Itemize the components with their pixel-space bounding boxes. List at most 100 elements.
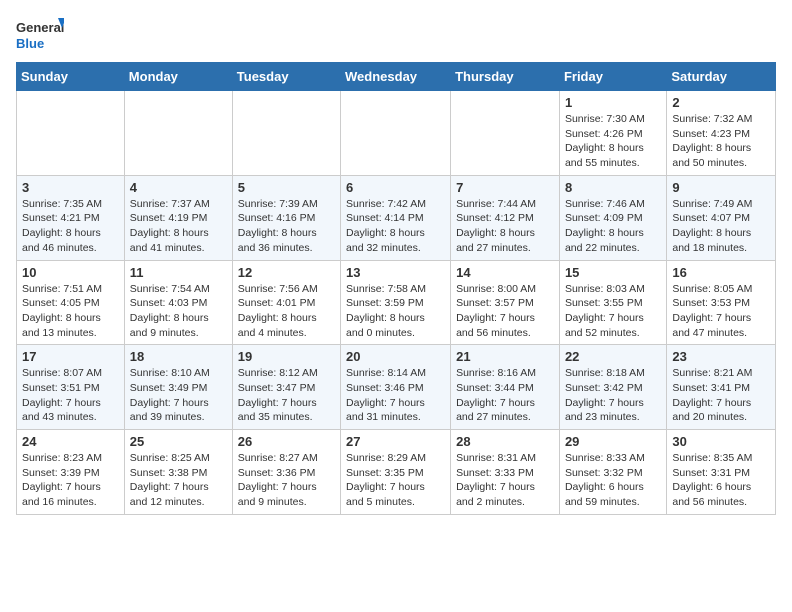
calendar-table: SundayMondayTuesdayWednesdayThursdayFrid… <box>16 62 776 515</box>
calendar-day-cell: 17 Sunrise: 8:07 AM Sunset: 3:51 PM Dayli… <box>17 345 125 430</box>
calendar-day-cell: 10Sunrise: 7:51 AM Sunset: 4:05 PM Dayli… <box>17 260 125 345</box>
day-info: Sunrise: 8:18 AM Sunset: 3:42 PM Dayligh… <box>565 366 661 425</box>
calendar-day-cell: 14 Sunrise: 8:00 AM Sunset: 3:57 PM Dayli… <box>451 260 560 345</box>
day-number: 23 <box>672 349 770 364</box>
calendar-day-cell <box>341 91 451 176</box>
day-number: 26 <box>238 434 335 449</box>
day-info: Sunrise: 7:58 AM Sunset: 3:59 PM Dayligh… <box>346 282 445 341</box>
day-number: 16 <box>672 265 770 280</box>
day-number: 20 <box>346 349 445 364</box>
weekday-header-cell: Saturday <box>667 63 776 91</box>
calendar-day-cell: 1 Sunrise: 7:30 AM Sunset: 4:26 PM Daylig… <box>559 91 666 176</box>
calendar-day-cell: 4 Sunrise: 7:37 AM Sunset: 4:19 PM Daylig… <box>124 175 232 260</box>
calendar-week-row: 10Sunrise: 7:51 AM Sunset: 4:05 PM Dayli… <box>17 260 776 345</box>
calendar-day-cell: 15 Sunrise: 8:03 AM Sunset: 3:55 PM Dayli… <box>559 260 666 345</box>
day-number: 1 <box>565 95 661 110</box>
day-number: 2 <box>672 95 770 110</box>
calendar-day-cell: 24 Sunrise: 8:23 AM Sunset: 3:39 PM Dayli… <box>17 430 125 515</box>
calendar-day-cell: 5 Sunrise: 7:39 AM Sunset: 4:16 PM Daylig… <box>232 175 340 260</box>
calendar-day-cell: 13 Sunrise: 7:58 AM Sunset: 3:59 PM Dayli… <box>341 260 451 345</box>
day-number: 4 <box>130 180 227 195</box>
svg-text:General: General <box>16 20 64 35</box>
calendar-day-cell: 25 Sunrise: 8:25 AM Sunset: 3:38 PM Dayli… <box>124 430 232 515</box>
day-info: Sunrise: 8:27 AM Sunset: 3:36 PM Dayligh… <box>238 451 335 510</box>
day-number: 30 <box>672 434 770 449</box>
day-info: Sunrise: 8:07 AM Sunset: 3:51 PM Dayligh… <box>22 366 119 425</box>
calendar-week-row: 24 Sunrise: 8:23 AM Sunset: 3:39 PM Dayli… <box>17 430 776 515</box>
calendar-day-cell: 21Sunrise: 8:16 AM Sunset: 3:44 PM Dayli… <box>451 345 560 430</box>
day-info: Sunrise: 8:12 AM Sunset: 3:47 PM Dayligh… <box>238 366 335 425</box>
day-number: 13 <box>346 265 445 280</box>
day-number: 8 <box>565 180 661 195</box>
weekday-header-row: SundayMondayTuesdayWednesdayThursdayFrid… <box>17 63 776 91</box>
day-info: Sunrise: 8:33 AM Sunset: 3:32 PM Dayligh… <box>565 451 661 510</box>
calendar-day-cell: 16 Sunrise: 8:05 AM Sunset: 3:53 PM Dayli… <box>667 260 776 345</box>
svg-text:Blue: Blue <box>16 36 44 51</box>
calendar-day-cell: 19 Sunrise: 8:12 AM Sunset: 3:47 PM Dayli… <box>232 345 340 430</box>
day-info: Sunrise: 7:51 AM Sunset: 4:05 PM Dayligh… <box>22 282 119 341</box>
day-info: Sunrise: 8:29 AM Sunset: 3:35 PM Dayligh… <box>346 451 445 510</box>
day-number: 29 <box>565 434 661 449</box>
weekday-header-cell: Wednesday <box>341 63 451 91</box>
day-number: 24 <box>22 434 119 449</box>
day-info: Sunrise: 7:42 AM Sunset: 4:14 PM Dayligh… <box>346 197 445 256</box>
day-info: Sunrise: 8:23 AM Sunset: 3:39 PM Dayligh… <box>22 451 119 510</box>
day-info: Sunrise: 7:46 AM Sunset: 4:09 PM Dayligh… <box>565 197 661 256</box>
weekday-header-cell: Thursday <box>451 63 560 91</box>
day-number: 22 <box>565 349 661 364</box>
calendar-day-cell: 30 Sunrise: 8:35 AM Sunset: 3:31 PM Dayli… <box>667 430 776 515</box>
calendar-day-cell: 22 Sunrise: 8:18 AM Sunset: 3:42 PM Dayli… <box>559 345 666 430</box>
day-number: 14 <box>456 265 554 280</box>
calendar-day-cell <box>17 91 125 176</box>
day-number: 9 <box>672 180 770 195</box>
calendar-body: 1 Sunrise: 7:30 AM Sunset: 4:26 PM Daylig… <box>17 91 776 515</box>
calendar-day-cell: 23Sunrise: 8:21 AM Sunset: 3:41 PM Dayli… <box>667 345 776 430</box>
day-info: Sunrise: 8:00 AM Sunset: 3:57 PM Dayligh… <box>456 282 554 341</box>
day-number: 3 <box>22 180 119 195</box>
weekday-header-cell: Sunday <box>17 63 125 91</box>
day-info: Sunrise: 7:56 AM Sunset: 4:01 PM Dayligh… <box>238 282 335 341</box>
day-info: Sunrise: 7:37 AM Sunset: 4:19 PM Dayligh… <box>130 197 227 256</box>
day-number: 15 <box>565 265 661 280</box>
calendar-day-cell: 9Sunrise: 7:49 AM Sunset: 4:07 PM Daylig… <box>667 175 776 260</box>
day-number: 17 <box>22 349 119 364</box>
day-number: 6 <box>346 180 445 195</box>
calendar-week-row: 1 Sunrise: 7:30 AM Sunset: 4:26 PM Daylig… <box>17 91 776 176</box>
calendar-day-cell: 28Sunrise: 8:31 AM Sunset: 3:33 PM Dayli… <box>451 430 560 515</box>
day-info: Sunrise: 7:35 AM Sunset: 4:21 PM Dayligh… <box>22 197 119 256</box>
day-number: 18 <box>130 349 227 364</box>
calendar-day-cell: 11 Sunrise: 7:54 AM Sunset: 4:03 PM Dayli… <box>124 260 232 345</box>
calendar-day-cell: 3 Sunrise: 7:35 AM Sunset: 4:21 PM Daylig… <box>17 175 125 260</box>
day-info: Sunrise: 8:05 AM Sunset: 3:53 PM Dayligh… <box>672 282 770 341</box>
day-number: 12 <box>238 265 335 280</box>
day-info: Sunrise: 8:10 AM Sunset: 3:49 PM Dayligh… <box>130 366 227 425</box>
calendar-day-cell: 12 Sunrise: 7:56 AM Sunset: 4:01 PM Dayli… <box>232 260 340 345</box>
day-number: 25 <box>130 434 227 449</box>
day-info: Sunrise: 8:03 AM Sunset: 3:55 PM Dayligh… <box>565 282 661 341</box>
day-number: 19 <box>238 349 335 364</box>
day-info: Sunrise: 7:54 AM Sunset: 4:03 PM Dayligh… <box>130 282 227 341</box>
weekday-header-cell: Friday <box>559 63 666 91</box>
day-number: 5 <box>238 180 335 195</box>
calendar-day-cell: 7 Sunrise: 7:44 AM Sunset: 4:12 PM Daylig… <box>451 175 560 260</box>
day-number: 27 <box>346 434 445 449</box>
calendar-day-cell: 6 Sunrise: 7:42 AM Sunset: 4:14 PM Daylig… <box>341 175 451 260</box>
calendar-day-cell: 2Sunrise: 7:32 AM Sunset: 4:23 PM Daylig… <box>667 91 776 176</box>
day-info: Sunrise: 7:39 AM Sunset: 4:16 PM Dayligh… <box>238 197 335 256</box>
calendar-day-cell: 27 Sunrise: 8:29 AM Sunset: 3:35 PM Dayli… <box>341 430 451 515</box>
weekday-header-cell: Monday <box>124 63 232 91</box>
calendar-day-cell <box>451 91 560 176</box>
weekday-header-cell: Tuesday <box>232 63 340 91</box>
day-info: Sunrise: 8:14 AM Sunset: 3:46 PM Dayligh… <box>346 366 445 425</box>
calendar-day-cell: 29 Sunrise: 8:33 AM Sunset: 3:32 PM Dayli… <box>559 430 666 515</box>
day-info: Sunrise: 7:30 AM Sunset: 4:26 PM Dayligh… <box>565 112 661 171</box>
day-info: Sunrise: 7:44 AM Sunset: 4:12 PM Dayligh… <box>456 197 554 256</box>
day-number: 7 <box>456 180 554 195</box>
calendar-week-row: 17 Sunrise: 8:07 AM Sunset: 3:51 PM Dayli… <box>17 345 776 430</box>
day-number: 11 <box>130 265 227 280</box>
calendar-week-row: 3 Sunrise: 7:35 AM Sunset: 4:21 PM Daylig… <box>17 175 776 260</box>
calendar-day-cell: 8 Sunrise: 7:46 AM Sunset: 4:09 PM Daylig… <box>559 175 666 260</box>
day-info: Sunrise: 8:25 AM Sunset: 3:38 PM Dayligh… <box>130 451 227 510</box>
day-info: Sunrise: 8:35 AM Sunset: 3:31 PM Dayligh… <box>672 451 770 510</box>
logo-svg: General Blue <box>16 16 64 54</box>
